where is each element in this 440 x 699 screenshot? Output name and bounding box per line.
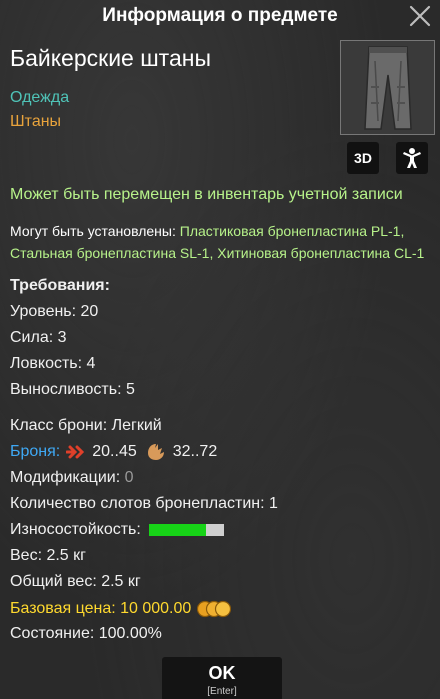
armor-row: Броня: 20..45 32..72 bbox=[10, 442, 217, 462]
armor-claw-value: 32..72 bbox=[172, 443, 218, 460]
req-level: Уровень: 20 bbox=[10, 303, 99, 320]
req-agility: Ловкость: 4 bbox=[10, 355, 96, 372]
installable-plates: Могут быть установлены: Пластиковая брон… bbox=[10, 220, 440, 264]
coins-icon bbox=[197, 600, 232, 618]
requirements-header: Требования: bbox=[10, 277, 110, 294]
durability-row: Износостойкость: bbox=[10, 521, 225, 539]
window-title: Информация о предмете bbox=[102, 5, 338, 26]
armor-bullet-value: 20..45 bbox=[92, 443, 137, 460]
try-on-button[interactable] bbox=[396, 142, 428, 174]
ok-button-label: OK bbox=[208, 663, 236, 683]
bullet-damage-icon bbox=[66, 445, 85, 459]
condition: Состояние: 100.00% bbox=[10, 625, 162, 642]
req-endurance: Выносливость: 5 bbox=[10, 381, 135, 398]
base-price: Базовая цена: 10 000.00 bbox=[10, 600, 192, 617]
close-icon[interactable] bbox=[408, 4, 432, 28]
person-icon bbox=[403, 148, 421, 168]
item-info-panel: Информация о предмете Байкерские штаны О… bbox=[0, 0, 440, 699]
item-thumbnail bbox=[340, 40, 435, 135]
item-subcategory: Штаны bbox=[10, 113, 62, 130]
durability-bar-fill bbox=[149, 523, 206, 536]
plate-slots: Количество слотов бронепластин: 1 bbox=[10, 495, 278, 512]
item-name: Байкерские штаны bbox=[10, 45, 211, 71]
ok-button-hint: [Enter] bbox=[207, 686, 237, 697]
installable-label: Могут быть установлены: bbox=[10, 223, 180, 239]
mods-label: Модификации: bbox=[10, 469, 125, 486]
armor-label: Броня: bbox=[10, 443, 61, 460]
mods-value: 0 bbox=[124, 469, 134, 486]
ok-button[interactable]: OK [Enter] bbox=[162, 657, 282, 699]
mods-row: Модификации: 0 bbox=[10, 469, 134, 487]
weight: Вес: 2.5 кг bbox=[10, 547, 86, 564]
item-category: Одежда bbox=[10, 89, 70, 106]
base-price-row: Базовая цена: 10 000.00 bbox=[10, 599, 232, 619]
armor-class: Класс брони: Легкий bbox=[10, 417, 162, 434]
durability-bar bbox=[149, 523, 225, 536]
view-3d-button[interactable]: 3D bbox=[347, 142, 379, 174]
claw-damage-icon bbox=[147, 444, 164, 460]
transfer-note: Может быть перемещен в инвентарь учетной… bbox=[10, 186, 403, 203]
pants-icon bbox=[364, 46, 412, 130]
total-weight: Общий вес: 2.5 кг bbox=[10, 573, 141, 590]
req-strength: Сила: 3 bbox=[10, 329, 67, 346]
durability-label: Износостойкость: bbox=[10, 521, 141, 538]
